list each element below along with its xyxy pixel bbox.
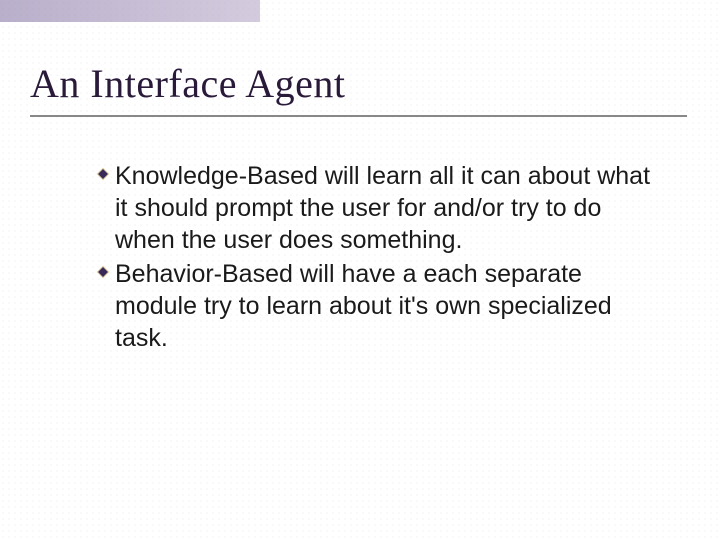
diamond-bullet-icon xyxy=(95,166,111,182)
decorative-top-bar xyxy=(0,0,260,22)
diamond-bullet-icon xyxy=(95,264,111,280)
bullet-item: Knowledge-Based will learn all it can ab… xyxy=(95,160,660,256)
bullet-text: Knowledge-Based will learn all it can ab… xyxy=(115,160,660,256)
bullet-item: Behavior-Based will have a each separate… xyxy=(95,258,660,354)
slide-title: An Interface Agent xyxy=(30,60,346,107)
bullet-text: Behavior-Based will have a each separate… xyxy=(115,258,660,354)
slide-content: Knowledge-Based will learn all it can ab… xyxy=(95,160,660,356)
title-underline xyxy=(30,115,687,117)
